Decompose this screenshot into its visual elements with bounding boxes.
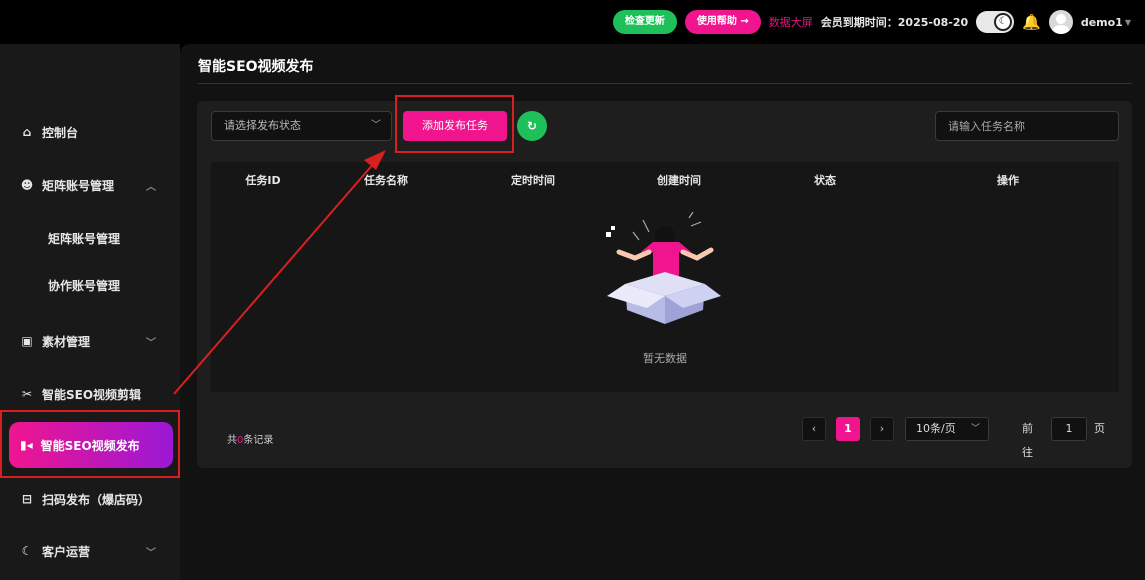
member-expire-text: 会员到期时间：2025-08-20	[820, 16, 969, 29]
sidebar-item-materials[interactable]: ▣ 素材管理 ﹀	[0, 315, 180, 367]
account-icon: ☻	[20, 178, 34, 192]
page-number-button[interactable]: 1	[836, 417, 860, 441]
folder-icon: ▣	[21, 334, 33, 348]
main-content: 智能SEO视频发布 请选择发布状态 ﹀ 添加发布任务 ↻ 任务ID 任务名称 定…	[180, 44, 1145, 580]
sidebar-item-qr-publish[interactable]: ⊟ 扫码发布（爆店码）	[0, 473, 180, 525]
task-name-search-input[interactable]	[935, 111, 1119, 141]
scissors-icon: ✂	[21, 387, 33, 401]
refresh-button[interactable]: ↻	[517, 111, 547, 141]
sidebar-item-label: 客户运营	[42, 544, 91, 559]
video-icon: ▮◂	[20, 438, 33, 452]
chevron-left-icon: ‹	[811, 422, 817, 435]
column-header: 操作	[997, 174, 1019, 187]
bell-icon[interactable]: 🔔	[1022, 13, 1041, 31]
total-records: 共0条记录	[227, 431, 273, 446]
sidebar-item-label: 素材管理	[42, 334, 91, 349]
chevron-right-icon: ›	[879, 422, 885, 435]
task-table: 任务ID 任务名称 定时时间 创建时间 状态 操作 暂无数据	[211, 162, 1119, 392]
add-task-button[interactable]: 添加发布任务	[403, 111, 507, 141]
theme-toggle[interactable]: ☾	[976, 11, 1015, 33]
sidebar-item-label: 控制台	[42, 125, 79, 140]
total-suffix: 条记录	[243, 435, 274, 446]
qrcode-icon: ⊟	[21, 492, 33, 506]
sidebar-item-label: 扫码发布（爆店码）	[42, 492, 151, 507]
help-button[interactable]: 使用帮助 →	[684, 10, 761, 34]
top-bar: 检查更新 使用帮助 → 数据大屏 会员到期时间：2025-08-20 ☾ 🔔 d…	[0, 0, 1145, 44]
data-screen-link[interactable]: 数据大屏	[769, 14, 813, 30]
empty-box-illustration	[606, 212, 721, 324]
chevron-down-icon[interactable]: ▼	[1125, 18, 1131, 27]
divider	[198, 83, 1132, 84]
chevron-down-icon: ﹀	[970, 424, 980, 434]
empty-state-text: 暂无数据	[643, 352, 687, 365]
sidebar-item-matrix-account[interactable]: ☻ 矩阵账号管理 ︿	[0, 159, 180, 211]
goto-page-input[interactable]: 1	[1051, 417, 1087, 441]
task-card: 请选择发布状态 ﹀ 添加发布任务 ↻ 任务ID 任务名称 定时时间 创建时间 状…	[197, 95, 1132, 468]
avatar[interactable]	[1048, 10, 1073, 34]
column-header: 任务ID	[245, 174, 281, 187]
customer-icon: ☾	[21, 544, 33, 558]
check-update-button[interactable]: 检查更新	[612, 10, 677, 34]
page-title: 智能SEO视频发布	[198, 59, 314, 75]
status-select[interactable]: 请选择发布状态 ﹀	[211, 111, 392, 141]
next-page-button[interactable]: ›	[870, 417, 894, 441]
prev-page-button[interactable]: ‹	[802, 417, 826, 441]
chevron-down-icon: ﹀	[146, 547, 156, 559]
sidebar-item-label: 智能SEO视频发布	[40, 438, 140, 453]
sidebar: ⌂ 控制台 ☻ 矩阵账号管理 ︿ 矩阵账号管理 协作账号管理 ▣ 素材管理 ﹀ …	[0, 44, 180, 580]
home-icon: ⌂	[22, 125, 32, 139]
column-header: 定时时间	[511, 174, 555, 187]
page-size-select[interactable]: 10条/页 ﹀	[905, 417, 989, 441]
username[interactable]: demo1	[1081, 16, 1123, 29]
top-bar-actions: 检查更新 使用帮助 → 数据大屏 会员到期时间：2025-08-20 ☾ 🔔 d…	[612, 9, 1131, 35]
sidebar-item-label: 智能SEO视频剪辑	[42, 387, 142, 402]
sidebar-item-dashboard[interactable]: ⌂ 控制台	[0, 106, 180, 158]
chevron-down-icon: ﹀	[146, 337, 156, 349]
column-header: 任务名称	[364, 174, 408, 187]
chevron-up-icon: ︿	[146, 181, 156, 193]
status-select-placeholder: 请选择发布状态	[224, 119, 301, 132]
total-prefix: 共	[227, 435, 237, 446]
sidebar-item-label: 矩阵账号管理	[48, 231, 121, 246]
moon-icon: ☾	[994, 13, 1013, 31]
sidebar-item-customer-ops[interactable]: ☾ 客户运营 ﹀	[0, 525, 180, 577]
sidebar-item-label: 协作账号管理	[48, 278, 121, 293]
refresh-icon: ↻	[526, 119, 538, 133]
sidebar-subitem-collab-account[interactable]: 协作账号管理	[0, 262, 180, 308]
sidebar-item-seo-video-publish[interactable]: ▮◂ 智能SEO视频发布	[9, 422, 173, 468]
table-header: 任务ID 任务名称 定时时间 创建时间 状态 操作	[211, 162, 1119, 198]
column-header: 状态	[814, 174, 836, 187]
sidebar-subitem-matrix-account[interactable]: 矩阵账号管理	[0, 215, 180, 261]
goto-prefix: 前往	[1022, 422, 1033, 459]
column-header: 创建时间	[657, 174, 701, 187]
chevron-down-icon: ﹀	[371, 120, 381, 131]
page-size-value: 10条/页	[916, 422, 956, 435]
sidebar-item-label: 矩阵账号管理	[42, 178, 115, 193]
goto-suffix: 页	[1094, 422, 1105, 435]
